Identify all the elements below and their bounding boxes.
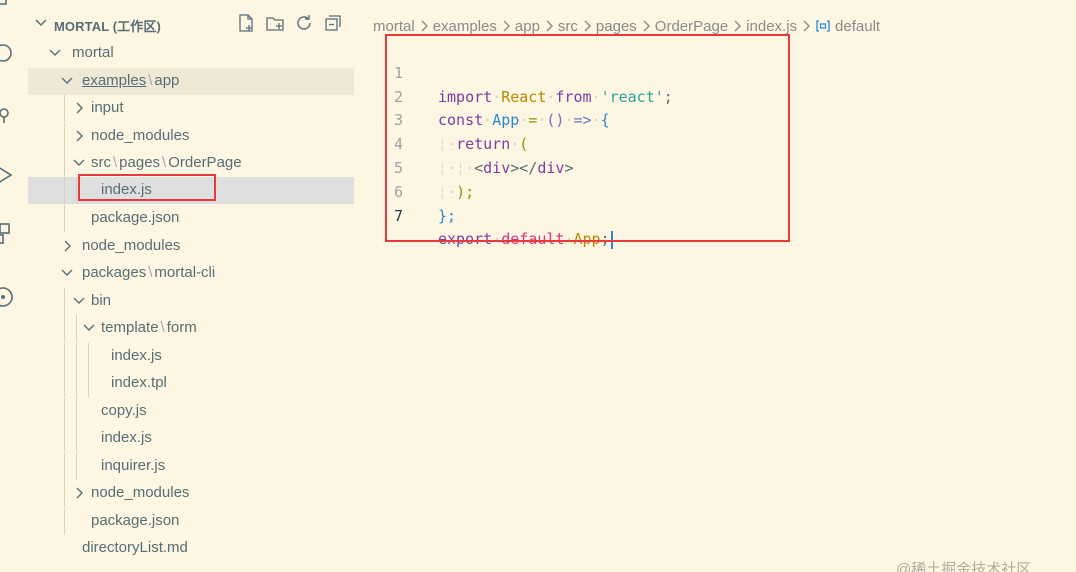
tree-label: inquirer.js xyxy=(101,457,166,474)
chevron-right-icon xyxy=(417,19,431,33)
chevron-right-icon xyxy=(72,129,86,143)
tree-folder-node-modules[interactable]: node_modules xyxy=(28,123,354,150)
chevron-right-icon xyxy=(72,101,86,115)
tree-label: bin xyxy=(91,292,112,309)
tree-folder-node-modules-root[interactable]: node_modules xyxy=(28,233,354,260)
chevron-right-icon xyxy=(580,19,594,33)
tree-folder-node-modules-cli[interactable]: node_modules xyxy=(28,480,354,507)
explorer-actions xyxy=(236,13,343,33)
new-folder-icon[interactable] xyxy=(265,13,285,33)
tree-label: copy.js xyxy=(101,402,147,419)
explorer-sidebar: MORTAL (工作区) mortal examples\app input xyxy=(28,0,354,572)
symbol-variable-icon xyxy=(815,19,831,33)
tree-label: src \ pages \ OrderPage xyxy=(91,154,242,171)
tree-file-index-js-bin[interactable]: index.js xyxy=(28,425,354,452)
tree-file-directorylist-md[interactable]: directoryList.md xyxy=(28,535,354,562)
breadcrumb-item[interactable]: index.js xyxy=(746,18,797,35)
tree-folder-bin[interactable]: bin xyxy=(28,288,354,315)
git-branch-icon[interactable] xyxy=(0,104,14,126)
tree-label: index.js xyxy=(111,347,162,364)
breadcrumb-item[interactable]: default xyxy=(835,18,880,35)
tree-folder-mortal[interactable]: mortal xyxy=(28,40,354,67)
chevron-right-icon xyxy=(730,19,744,33)
path-segment: app xyxy=(154,72,180,89)
tree-file-copy-js[interactable]: copy.js xyxy=(28,398,354,425)
tree-label: node_modules xyxy=(91,127,190,144)
tree-label: directoryList.md xyxy=(82,539,188,556)
breadcrumb-item[interactable]: mortal xyxy=(373,18,415,35)
tree-folder-packages-mortal-cli[interactable]: packages \ mortal-cli xyxy=(28,260,354,287)
extensions-icon[interactable] xyxy=(0,222,14,244)
chevron-right-icon xyxy=(799,19,813,33)
chevron-down-icon xyxy=(48,46,62,60)
tree-label: node_modules xyxy=(82,237,181,254)
code-editor[interactable]: mortal examples app src pages OrderPage … xyxy=(354,0,1076,572)
path-segment: OrderPage xyxy=(168,154,242,171)
new-file-icon[interactable] xyxy=(236,13,256,33)
tree-file-inquirer-js[interactable]: inquirer.js xyxy=(28,453,354,480)
path-segment: mortal-cli xyxy=(154,264,216,281)
tree-file-package-json[interactable]: package.json xyxy=(28,205,354,232)
breadcrumb: mortal examples app src pages OrderPage … xyxy=(373,16,880,36)
tree-file-index-js-template[interactable]: index.js xyxy=(28,343,354,370)
breadcrumb-item[interactable]: app xyxy=(515,18,540,35)
tree-label: package.json xyxy=(91,512,180,529)
tree-label: package.json xyxy=(91,209,180,226)
chevron-down-icon xyxy=(72,294,86,308)
tree-file-index-tpl[interactable]: index.tpl xyxy=(28,370,354,397)
annotation-box-file xyxy=(78,174,216,201)
path-segment: examples xyxy=(82,72,147,89)
chevron-right-icon xyxy=(639,19,653,33)
tree-folder-template-form[interactable]: template \ form xyxy=(28,315,354,342)
chevron-down-icon xyxy=(60,74,74,88)
tree-label: template \ form xyxy=(101,319,197,336)
run-debug-icon[interactable] xyxy=(0,164,14,186)
tree-label: mortal xyxy=(72,44,114,61)
watermark: @稀土掘金技术社区 xyxy=(896,561,1032,572)
path-segment: pages xyxy=(119,154,161,171)
breadcrumb-item[interactable]: pages xyxy=(596,18,637,35)
chevron-right-icon xyxy=(542,19,556,33)
tree-file-package-json-cli[interactable]: package.json xyxy=(28,508,354,535)
chevron-right-icon xyxy=(499,19,513,33)
path-segment: template xyxy=(101,319,159,336)
chevron-right-icon xyxy=(72,486,86,500)
path-segment: form xyxy=(166,319,197,336)
breadcrumb-item[interactable]: src xyxy=(558,18,578,35)
annotation-box-code xyxy=(385,34,790,242)
tree-folder-input[interactable]: input xyxy=(28,95,354,122)
source-control-icon[interactable] xyxy=(0,0,14,16)
tree-folder-src-pages-orderpage[interactable]: src \ pages \ OrderPage xyxy=(28,150,354,177)
chevron-down-icon xyxy=(82,321,96,335)
collapse-all-icon[interactable] xyxy=(323,13,343,33)
search-icon[interactable] xyxy=(0,42,14,64)
tree-folder-examples-app[interactable]: examples \ app xyxy=(28,68,354,95)
tree-label: packages \ mortal-cli xyxy=(82,264,216,281)
breadcrumb-item[interactable]: OrderPage xyxy=(655,18,728,35)
tree-label: index.js xyxy=(101,429,152,446)
tree-label: input xyxy=(91,99,124,116)
chevron-down-icon xyxy=(72,156,86,170)
tree-label: examples \ app xyxy=(82,72,180,89)
workspace-title: MORTAL (工作区) xyxy=(54,19,161,34)
tree-label: index.tpl xyxy=(111,374,167,391)
activity-bar xyxy=(0,0,28,572)
explorer-header[interactable]: MORTAL (工作区) xyxy=(28,11,354,37)
tree-label: node_modules xyxy=(91,484,190,501)
chevron-down-icon[interactable] xyxy=(34,16,48,30)
path-segment: packages xyxy=(82,264,147,281)
path-segment: src xyxy=(91,154,111,171)
chevron-right-icon xyxy=(60,239,74,253)
chevron-down-icon xyxy=(60,266,74,280)
breadcrumb-item[interactable]: examples xyxy=(433,18,497,35)
remote-explorer-icon[interactable] xyxy=(0,286,14,308)
refresh-icon[interactable] xyxy=(294,13,314,33)
